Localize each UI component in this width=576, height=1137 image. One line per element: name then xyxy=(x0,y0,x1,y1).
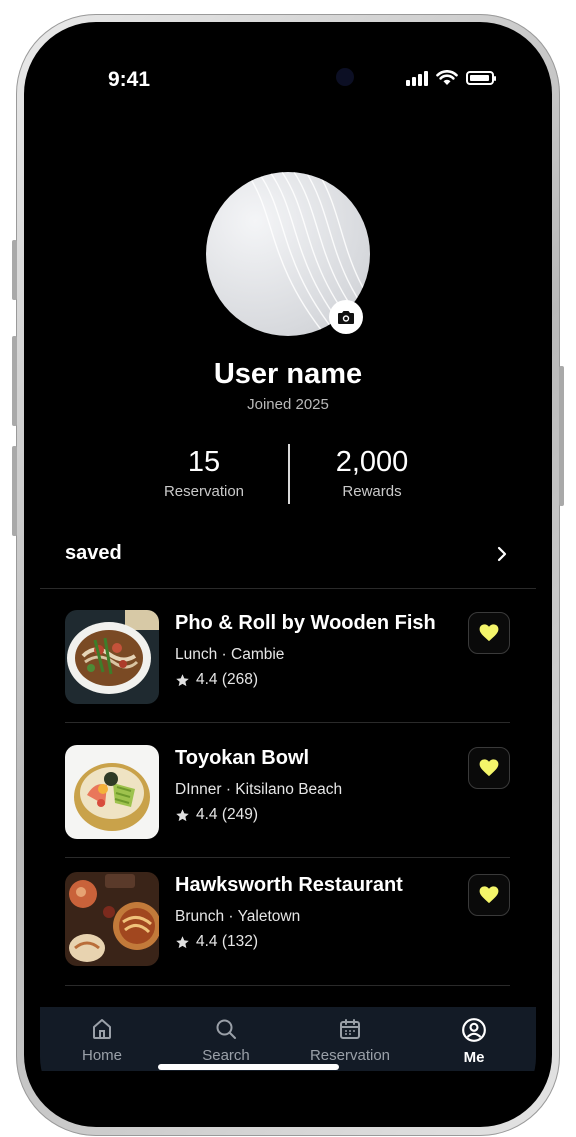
restaurant-thumbnail xyxy=(65,610,159,704)
stat-value: 15 xyxy=(187,446,221,478)
camera-icon xyxy=(338,311,354,324)
star-icon xyxy=(176,935,189,948)
favorite-button[interactable] xyxy=(468,747,510,789)
stat-label: Reservation xyxy=(163,483,245,500)
signal-icon xyxy=(406,70,428,86)
status-time: 9:41 xyxy=(108,68,151,91)
battery-icon xyxy=(466,71,496,85)
heart-icon xyxy=(479,886,499,904)
tab-label: Reservation xyxy=(309,1047,391,1064)
wifi-icon xyxy=(436,70,458,85)
calendar-icon xyxy=(340,1019,360,1039)
tab-label: Search xyxy=(202,1047,250,1064)
item-divider xyxy=(65,722,510,723)
restaurant-thumbnail xyxy=(65,745,159,839)
rating-text: 4.4 (132) xyxy=(196,933,259,950)
heart-icon xyxy=(479,624,499,642)
restaurant-meta: Lunch · Cambie xyxy=(175,646,285,663)
tab-search[interactable]: Search xyxy=(164,1007,288,1071)
section-divider xyxy=(40,588,536,589)
restaurant-thumbnail xyxy=(65,872,159,966)
restaurant-rating: 4.4 (249) xyxy=(175,806,258,824)
stat-rewards[interactable]: 2,000 Rewards xyxy=(292,446,452,500)
restaurant-rating: 4.4 (268) xyxy=(175,671,258,689)
tab-home[interactable]: Home xyxy=(40,1007,164,1071)
volume-down-button xyxy=(12,446,17,536)
profile-icon xyxy=(462,1018,486,1042)
stat-label: Rewards xyxy=(342,483,402,500)
joined-date: Joined 2025 xyxy=(247,396,329,413)
saved-restaurant-item[interactable]: Toyokan Bowl DInner · Kitsilano Beach 4.… xyxy=(65,745,510,839)
saved-restaurant-item[interactable]: Hawksworth Restaurant Brunch · Yaletown … xyxy=(65,872,510,966)
tab-reservation[interactable]: Reservation xyxy=(288,1007,412,1071)
item-divider xyxy=(65,857,510,858)
status-icons xyxy=(406,70,496,86)
restaurant-name: Hawksworth Restaurant xyxy=(175,874,403,896)
stats-divider xyxy=(288,444,290,504)
tab-label: Home xyxy=(81,1047,122,1064)
restaurant-name: Pho & Roll by Wooden Fish xyxy=(175,612,436,634)
stat-reservation[interactable]: 15 Reservation xyxy=(124,446,284,500)
item-divider xyxy=(65,985,510,986)
rating-text: 4.4 (268) xyxy=(196,671,259,688)
chevron-right-icon[interactable] xyxy=(496,546,508,562)
side-button xyxy=(12,240,17,300)
screen: 9:41 User name Joined 2025 15 Reservatio… xyxy=(40,32,536,1117)
power-button xyxy=(559,366,564,506)
star-icon xyxy=(176,673,189,686)
favorite-button[interactable] xyxy=(468,874,510,916)
stat-value: 2,000 xyxy=(335,446,409,478)
tab-label: Me xyxy=(463,1049,485,1066)
heart-icon xyxy=(479,759,499,777)
user-name: User name xyxy=(213,358,363,390)
favorite-button[interactable] xyxy=(468,612,510,654)
home-indicator[interactable] xyxy=(158,1064,339,1070)
home-icon xyxy=(93,1019,111,1039)
restaurant-meta: DInner · Kitsilano Beach xyxy=(175,781,343,798)
restaurant-meta: Brunch · Yaletown xyxy=(175,908,301,925)
saved-title: saved xyxy=(65,542,122,564)
star-icon xyxy=(176,808,189,821)
rating-text: 4.4 (249) xyxy=(196,806,259,823)
tab-bar: Home Search Reservation Me xyxy=(40,1007,536,1071)
tab-me[interactable]: Me xyxy=(412,1007,536,1071)
restaurant-name: Toyokan Bowl xyxy=(175,747,310,769)
saved-section-header[interactable]: saved xyxy=(65,542,508,565)
front-camera xyxy=(336,68,354,86)
search-icon xyxy=(216,1019,236,1039)
volume-up-button xyxy=(12,336,17,426)
saved-restaurant-item[interactable]: Pho & Roll by Wooden Fish Lunch · Cambie… xyxy=(65,610,510,704)
restaurant-rating: 4.4 (132) xyxy=(175,933,258,951)
change-photo-button[interactable] xyxy=(329,300,363,334)
